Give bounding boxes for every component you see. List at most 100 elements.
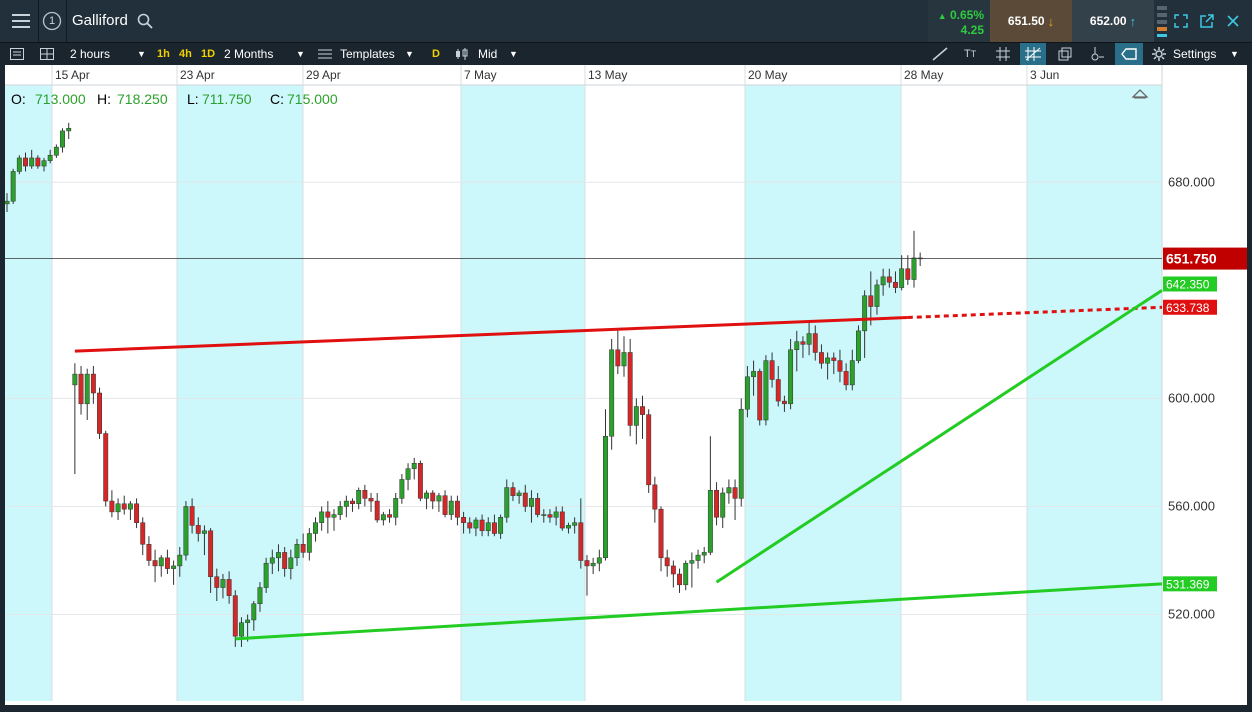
candle-down	[214, 576, 220, 588]
quick-interval-1h[interactable]: 1h	[157, 43, 170, 65]
chevron-down-icon[interactable]: ▼	[1230, 43, 1239, 65]
top-bar: 1 Galliford ▲ 0.65% 4.25 651.50 ↓ 652.00…	[0, 0, 1252, 42]
candle-up	[276, 552, 281, 559]
price-label-text: 633.738	[1166, 301, 1210, 315]
candle-up	[806, 333, 812, 345]
candle-up	[405, 468, 411, 480]
price-label-text: 651.750	[1166, 251, 1217, 267]
candle-down	[282, 552, 288, 569]
candle-up	[590, 562, 596, 567]
symbol-title[interactable]: Galliford	[72, 0, 128, 42]
text-tool-icon[interactable]: TT	[964, 43, 976, 65]
candle-up	[541, 514, 547, 516]
candle-down	[146, 544, 152, 561]
popout-icon[interactable]	[1196, 0, 1218, 42]
candle-down	[837, 360, 843, 372]
sell-button[interactable]: 651.50 ↓	[990, 0, 1072, 42]
x-tick-label: 13 May	[588, 68, 627, 82]
gear-icon[interactable]	[1152, 43, 1166, 65]
candle-up	[319, 511, 325, 523]
candle-down	[300, 544, 306, 553]
candle-up	[609, 349, 615, 437]
account-badge[interactable]: 1	[40, 0, 64, 42]
chevron-down-icon[interactable]: ▼	[509, 43, 518, 65]
candle-down	[893, 281, 898, 288]
price-chart[interactable]: 15 Apr 23 Apr 29 Apr 7 May 13 May 20 May 28 Ma…	[5, 65, 1247, 707]
chevron-down-icon[interactable]: ▼	[296, 43, 305, 65]
draw-line-icon[interactable]	[932, 43, 948, 65]
candle-down	[510, 487, 516, 496]
quick-interval-4h[interactable]: 4h	[179, 43, 192, 65]
expand-icon[interactable]	[1170, 0, 1192, 42]
eraser-icon[interactable]	[1115, 43, 1143, 65]
week-band	[1027, 85, 1162, 701]
ohlc-value: 711.750	[202, 91, 252, 107]
templates-dropdown[interactable]: Templates	[340, 43, 395, 65]
list-icon[interactable]	[10, 43, 24, 65]
candle-up	[566, 525, 571, 529]
quick-interval-1d[interactable]: 1D	[201, 43, 215, 65]
candle-up	[498, 517, 504, 534]
y-tick-label: 680.000	[1168, 174, 1215, 189]
x-tick-label: 28 May	[904, 68, 943, 82]
candle-down	[670, 565, 676, 575]
candle-up	[707, 490, 713, 553]
candle-down	[559, 511, 565, 529]
candle-up	[313, 522, 318, 534]
candle-down	[775, 379, 781, 402]
overlay-icon[interactable]	[1058, 43, 1072, 65]
x-tick-label: 15 Apr	[55, 68, 90, 82]
candle-up	[53, 146, 59, 156]
crosshair-tool-icon[interactable]	[1020, 43, 1046, 65]
candle-down	[615, 349, 621, 367]
candle-down	[78, 373, 84, 405]
buy-button[interactable]: 652.00 ↑	[1072, 0, 1154, 42]
candle-up	[695, 554, 701, 561]
candle-down	[442, 495, 448, 515]
settings-button[interactable]: Settings	[1173, 43, 1216, 65]
candle-down	[677, 573, 682, 586]
candle-up	[738, 408, 744, 499]
candle-up	[343, 500, 349, 507]
chevron-down-icon[interactable]: ▼	[137, 43, 146, 65]
ohlc-value: 713.000	[35, 91, 86, 107]
candle-up	[911, 257, 917, 280]
ohlc-label: C:	[270, 91, 284, 107]
candle-up	[504, 487, 510, 518]
chevron-down-icon[interactable]: ▼	[405, 43, 414, 65]
candle-up	[424, 492, 430, 499]
support-trend-line	[235, 582, 1163, 641]
candle-up	[683, 562, 689, 586]
interval-dropdown[interactable]: 2 hours	[70, 43, 110, 65]
chart-area[interactable]: 15 Apr 23 Apr 29 Apr 7 May 13 May 20 May 28 Ma…	[5, 65, 1247, 707]
candle-down	[714, 490, 719, 518]
candle-down	[164, 557, 170, 569]
week-band	[461, 85, 585, 701]
candle-down	[103, 433, 109, 502]
volume-bars-icon[interactable]	[1156, 0, 1168, 42]
candle-up	[66, 127, 72, 132]
d-badge[interactable]: D	[432, 43, 440, 65]
search-icon[interactable]	[135, 0, 155, 42]
candle-up	[47, 154, 53, 161]
indicator-icon[interactable]	[1090, 43, 1104, 65]
candle-up	[744, 376, 750, 410]
candle-up	[751, 371, 757, 378]
candle-up	[825, 357, 831, 364]
candle-down	[522, 492, 528, 507]
up-triangle-icon: ▲	[937, 11, 947, 21]
candle-down	[843, 371, 849, 386]
hamburger-icon[interactable]	[6, 0, 36, 42]
layout-icon[interactable]	[40, 43, 54, 65]
ohlc-label: L:	[187, 91, 199, 107]
candle-up	[633, 406, 639, 426]
change-pct: ▲ 0.65%	[937, 8, 984, 22]
close-icon[interactable]	[1222, 0, 1244, 42]
candle-up	[516, 492, 522, 496]
x-tick-label: 7 May	[464, 68, 497, 82]
candle-up	[60, 130, 65, 148]
candle-up	[183, 506, 189, 556]
grid-icon[interactable]	[996, 43, 1010, 65]
price-type-dropdown[interactable]: Mid	[478, 43, 497, 65]
range-dropdown[interactable]: 2 Months	[224, 43, 273, 65]
